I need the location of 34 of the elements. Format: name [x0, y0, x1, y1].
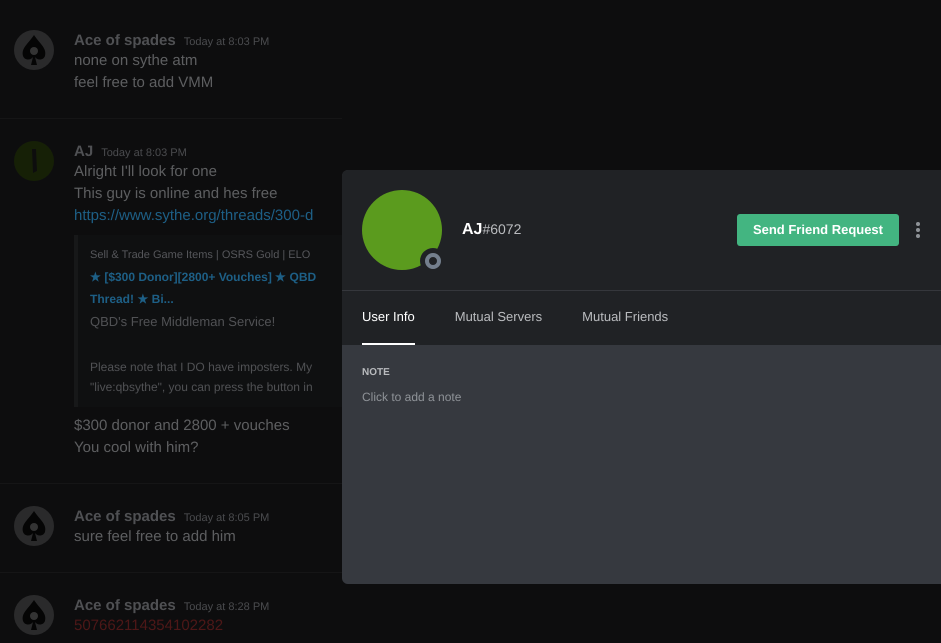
message-text: You cool with him? [74, 438, 199, 458]
profile-tab[interactable]: Mutual Friends [582, 291, 668, 345]
message-text: $300 donor and 2800 + vouches [74, 416, 290, 436]
user-tag: AJ#6072 [462, 218, 522, 242]
avatar-icon [14, 30, 54, 70]
author-name[interactable]: Ace of spades [74, 506, 176, 528]
message-timestamp: Today at 8:03 PM [184, 35, 270, 50]
message-text: Alright I'll look for one [74, 162, 217, 182]
message-timestamp: Today at 8:03 PM [101, 146, 187, 161]
message-text: This guy is online and hes free [74, 184, 278, 204]
embed-provider: Sell & Trade Game Items | OSRS Gold | ELO [90, 248, 312, 263]
send-friend-request-button[interactable]: Send Friend Request [736, 214, 899, 246]
embed-title[interactable]: ★ [$300 Donor][2800+ Vouches] ★ QBD [90, 268, 342, 286]
note-label: NOTE [362, 366, 391, 380]
embed-title[interactable]: Thread! ★ Bi... [90, 290, 342, 308]
message-text: none on sythe atm [74, 51, 198, 71]
message-timestamp: Today at 8:05 PM [184, 511, 270, 526]
message-link[interactable]: https://www.sythe.org/threads/300-d [74, 205, 314, 227]
author-name[interactable]: Ace of spades [74, 30, 176, 52]
message-timestamp: Today at 8:28 PM [184, 600, 270, 615]
avatar-icon [14, 595, 54, 635]
embed-text: Please note that I DO have imposters. My [90, 359, 314, 375]
message-text: feel free to add VMM [74, 73, 214, 93]
author-name[interactable]: Ace of spades [74, 595, 176, 618]
message-text: sure feel free to add him [74, 527, 236, 547]
note-field[interactable]: Click to add a note [362, 388, 762, 406]
embed-description: QBD's Free Middleman Service! [90, 312, 276, 330]
profile-tab[interactable]: User Info [362, 291, 415, 345]
avatar-icon [14, 506, 54, 546]
author-name[interactable]: AJ [74, 141, 94, 164]
embed-text: "live:qbsythe", you can press the button in [90, 379, 314, 395]
more-options-icon[interactable] [915, 221, 921, 239]
profile-tab[interactable]: Mutual Servers [454, 291, 542, 345]
message-text: 507662114354102282 [74, 616, 224, 636]
